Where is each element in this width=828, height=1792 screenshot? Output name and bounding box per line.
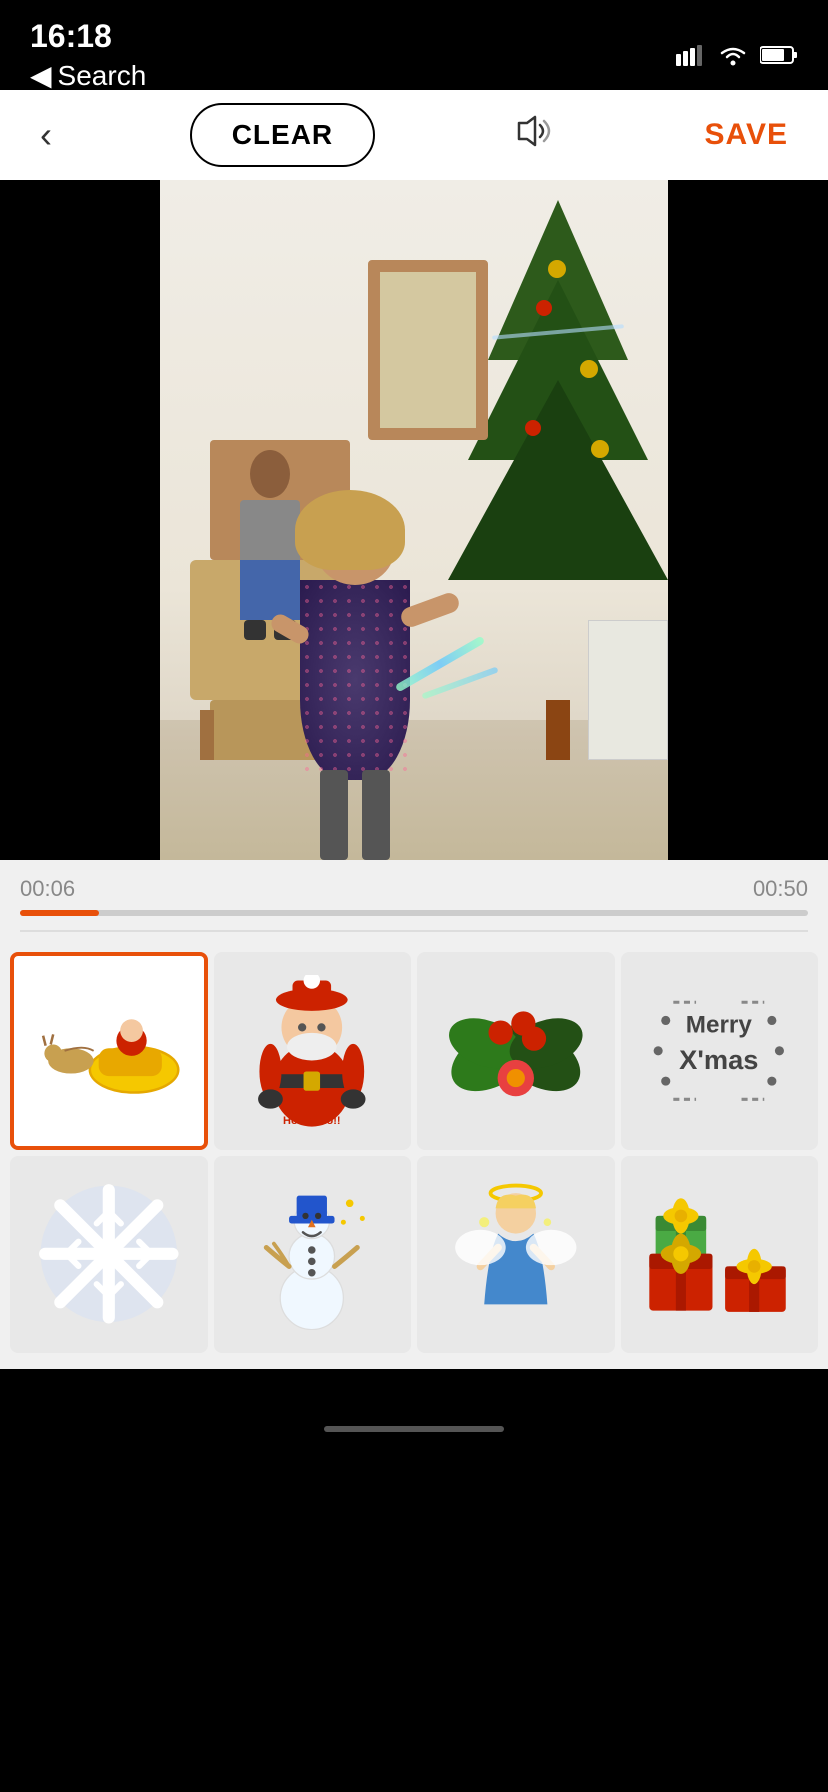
timeline-timestamps: 00:06 00:50: [20, 876, 808, 902]
back-button[interactable]: ‹: [30, 104, 62, 166]
sticker-snowflake[interactable]: [10, 1156, 208, 1354]
back-arrow-icon: ◀: [30, 59, 52, 92]
timeline-bar[interactable]: [20, 910, 808, 916]
bottom-area: [0, 1369, 828, 1489]
save-button[interactable]: SAVE: [695, 108, 798, 162]
wall-frame: [368, 260, 488, 440]
storage-box: [588, 620, 668, 760]
child-2: [300, 580, 410, 780]
sticker-gifts[interactable]: [621, 1156, 819, 1354]
sticker-snowman[interactable]: [214, 1156, 412, 1354]
video-scene: [160, 180, 668, 860]
clear-button[interactable]: CLEAR: [190, 103, 375, 167]
timeline-area: 00:06 00:50: [0, 860, 828, 942]
video-container: [0, 180, 828, 860]
sticker-grid: Ho.Ho.Ho!! Merry X: [0, 942, 828, 1369]
battery-icon: [760, 45, 798, 65]
status-icons: [676, 44, 798, 66]
status-time: 16:18: [30, 18, 146, 55]
timeline-progress: [20, 910, 99, 916]
child-1: [240, 500, 300, 620]
sticker-angel[interactable]: [417, 1156, 615, 1354]
wifi-icon: [718, 44, 748, 66]
timeline-divider: [20, 930, 808, 932]
sticker-holly[interactable]: [417, 952, 615, 1150]
sticker-row-2: [10, 1156, 818, 1354]
svg-text:Merry: Merry: [686, 1012, 753, 1039]
start-timestamp: 00:06: [20, 876, 75, 902]
toolbar: ‹ CLEAR SAVE: [0, 90, 828, 180]
status-back: ◀ Search: [30, 59, 146, 92]
video-black-left: [0, 180, 160, 860]
svg-text:Ho.Ho.Ho!!: Ho.Ho.Ho!!: [283, 1115, 341, 1127]
volume-icon: [513, 113, 557, 149]
video-black-right: [668, 180, 828, 860]
search-label: Search: [58, 60, 147, 92]
end-timestamp: 00:50: [753, 876, 808, 902]
status-bar: 16:18 ◀ Search: [0, 0, 828, 90]
svg-text:X'mas: X'mas: [680, 1044, 759, 1075]
sticker-santa-sleigh[interactable]: [10, 952, 208, 1150]
sticker-row-1: Ho.Ho.Ho!! Merry X: [10, 952, 818, 1150]
signal-icon: [676, 44, 706, 66]
sticker-santa-ho[interactable]: Ho.Ho.Ho!!: [214, 952, 412, 1150]
volume-button[interactable]: [503, 103, 567, 168]
sticker-merry-xmas[interactable]: Merry X'mas: [621, 952, 819, 1150]
home-indicator: [324, 1426, 504, 1432]
